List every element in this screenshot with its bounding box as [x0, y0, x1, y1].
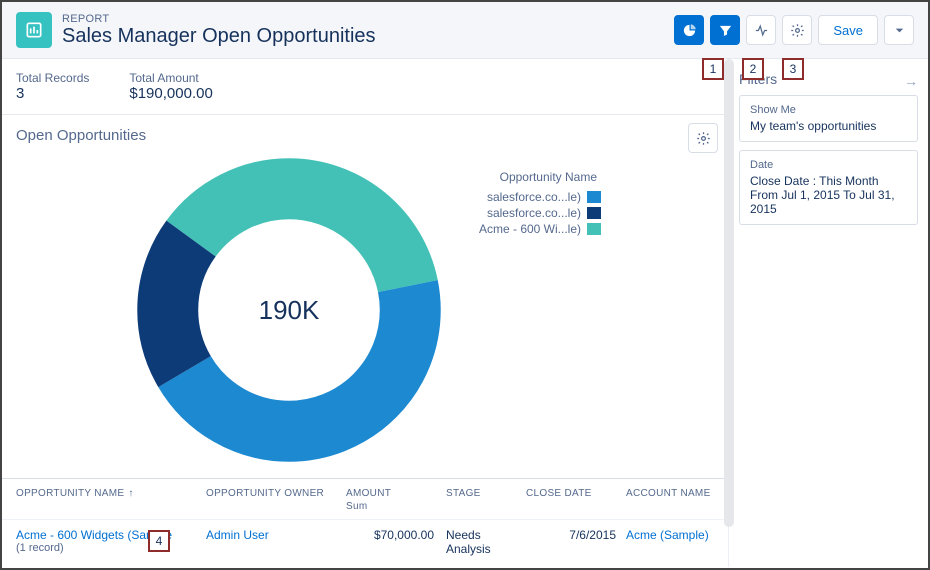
- amount-cell: $70,000.00: [346, 528, 446, 556]
- legend-swatch: [587, 191, 601, 203]
- page-title: Sales Manager Open Opportunities: [62, 25, 376, 48]
- annotation-4: 4: [148, 530, 170, 552]
- legend-item[interactable]: Acme - 600 Wi...le): [479, 222, 601, 236]
- chart-title: Open Opportunities: [16, 127, 714, 144]
- header-actions: Save: [674, 15, 914, 45]
- legend-label: salesforce.co...le): [487, 190, 581, 204]
- owner-link[interactable]: Admin User: [206, 528, 269, 542]
- table-row: Acme - 600 Widgets (Sample (1 record) Ad…: [2, 519, 728, 564]
- col-amount[interactable]: AMOUNTSum: [346, 487, 446, 513]
- refresh-button[interactable]: [746, 15, 776, 45]
- donut-chart: 190K: [129, 150, 449, 470]
- filter-value: Close Date : This Month From Jul 1, 2015…: [750, 174, 907, 216]
- total-amount-value: $190,000.00: [129, 85, 212, 102]
- legend-title: Opportunity Name: [479, 170, 597, 184]
- annotation-3: 3: [782, 58, 804, 80]
- settings-button[interactable]: [782, 15, 812, 45]
- filter-label: Date: [750, 159, 907, 171]
- legend-swatch: [587, 223, 601, 235]
- table-header: OPPORTUNITY NAME↑ OPPORTUNITY OWNER AMOU…: [2, 479, 728, 519]
- col-owner[interactable]: OPPORTUNITY OWNER: [206, 487, 346, 513]
- chevron-down-icon: [892, 23, 907, 38]
- col-account-name[interactable]: ACCOUNT NAME: [626, 487, 728, 513]
- filter-value: My team's opportunities: [750, 119, 907, 133]
- legend-label: Acme - 600 Wi...le): [479, 222, 581, 236]
- save-dropdown-button[interactable]: [884, 15, 914, 45]
- report-table: OPPORTUNITY NAME↑ OPPORTUNITY OWNER AMOU…: [2, 478, 728, 564]
- stage-cell: Needs Analysis: [446, 528, 526, 556]
- report-header: REPORT Sales Manager Open Opportunities …: [2, 2, 928, 59]
- chart-center-value: 190K: [129, 150, 449, 470]
- filter-card-date[interactable]: Date Close Date : This Month From Jul 1,…: [739, 150, 918, 225]
- summary-bar: Total Records 3 Total Amount $190,000.00: [2, 59, 728, 115]
- col-close-date[interactable]: CLOSE DATE: [526, 487, 626, 513]
- col-opportunity-name[interactable]: OPPORTUNITY NAME↑: [16, 487, 206, 513]
- legend-label: salesforce.co...le): [487, 206, 581, 220]
- chart-panel: Open Opportunities 190K Opportunity: [2, 115, 728, 474]
- report-icon: [16, 12, 52, 48]
- record-count: (1 record): [16, 542, 206, 554]
- chart-legend: Opportunity Name salesforce.co...le) sal…: [479, 170, 601, 238]
- col-stage[interactable]: STAGE: [446, 487, 526, 513]
- header-subtitle: REPORT: [62, 13, 376, 25]
- legend-item[interactable]: salesforce.co...le): [479, 190, 601, 204]
- account-link[interactable]: Acme (Sample): [626, 528, 709, 542]
- save-button[interactable]: Save: [818, 15, 878, 45]
- filter-toggle-button[interactable]: [710, 15, 740, 45]
- chart-settings-button[interactable]: [688, 123, 718, 153]
- close-date-cell: 7/6/2015: [526, 528, 626, 556]
- total-records-label: Total Records: [16, 71, 89, 85]
- chart-toggle-button[interactable]: [674, 15, 704, 45]
- total-records-value: 3: [16, 85, 89, 102]
- annotation-2: 2: [742, 58, 764, 80]
- annotation-1: 1: [702, 58, 724, 80]
- scrollbar[interactable]: [724, 59, 734, 527]
- gear-icon: [696, 131, 711, 146]
- legend-swatch: [587, 207, 601, 219]
- main-panel: Total Records 3 Total Amount $190,000.00…: [2, 59, 728, 567]
- legend-item[interactable]: salesforce.co...le): [479, 206, 601, 220]
- filter-label: Show Me: [750, 104, 907, 116]
- sort-asc-icon: ↑: [128, 488, 133, 499]
- total-amount-label: Total Amount: [129, 71, 212, 85]
- collapse-panel-icon[interactable]: →: [904, 73, 918, 89]
- filters-panel: Filters → Show Me My team's opportunitie…: [728, 59, 928, 567]
- filter-card-showme[interactable]: Show Me My team's opportunities: [739, 95, 918, 142]
